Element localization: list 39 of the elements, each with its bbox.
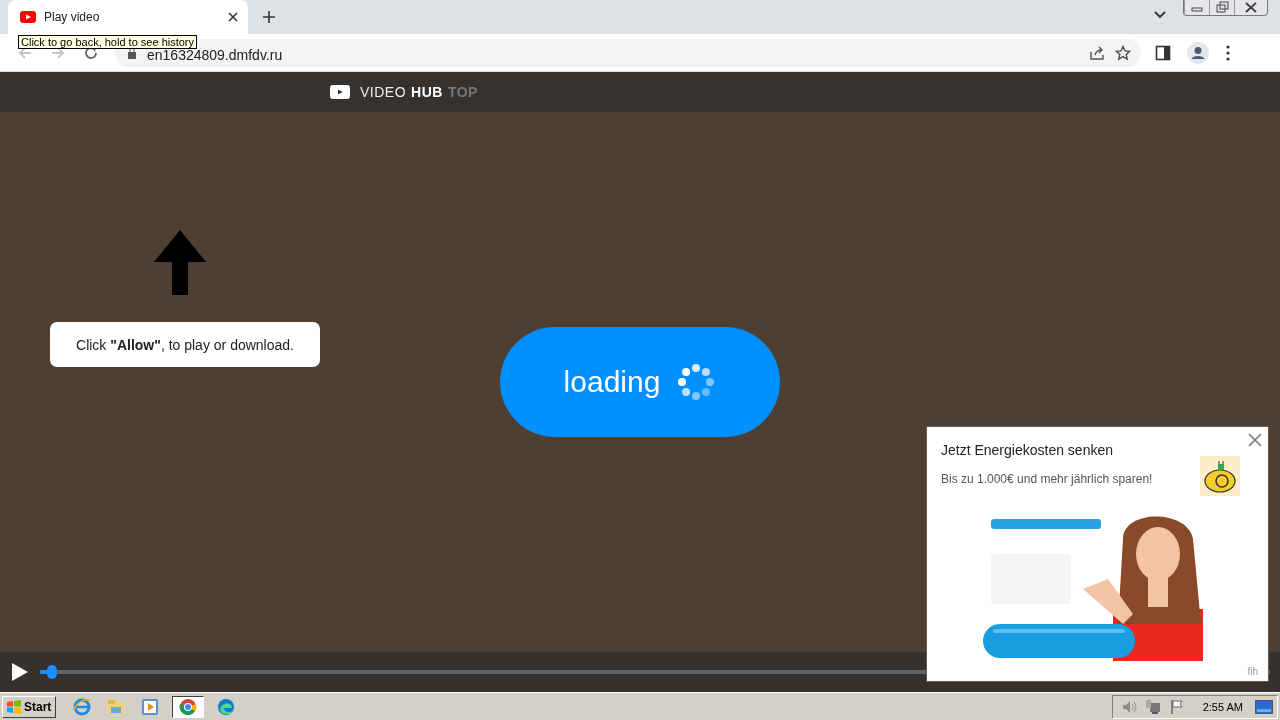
window-controls[interactable] [1183, 0, 1268, 16]
chrome-icon [179, 697, 198, 716]
ad-label: fih [1247, 666, 1258, 677]
play-icon[interactable] [10, 662, 30, 682]
flag-icon[interactable] [1168, 698, 1185, 715]
video-logo-icon [20, 11, 36, 23]
video-logo-icon[interactable] [330, 85, 350, 99]
brand-word: TOP [447, 84, 478, 100]
clock: 2:55 AM [1202, 700, 1243, 713]
prompt-message: Click "Allow", to play or download. [76, 336, 294, 353]
chevron-down-icon[interactable] [1153, 10, 1167, 20]
network-icon[interactable] [1144, 698, 1161, 715]
desktop-icon[interactable] [1255, 699, 1273, 714]
tooltip: Click to go back, hold to see history [18, 35, 198, 49]
ad-title[interactable]: Jetzt Energiekosten senken [941, 442, 1200, 458]
loading-indicator: loading [500, 327, 780, 437]
edge-icon [217, 697, 236, 716]
up-arrow-icon [154, 230, 206, 295]
browser-e-icon [73, 697, 92, 716]
taskbar-app[interactable] [172, 695, 205, 718]
profile-icon[interactable] [1187, 41, 1209, 64]
brand-word: HUB [411, 84, 443, 100]
media-player-icon [141, 697, 160, 716]
folder-icon [107, 697, 126, 716]
side-panel-icon[interactable] [1155, 44, 1171, 61]
ad-subtitle: Bis zu 1.000€ und mehr jährlich sparen! [941, 472, 1154, 486]
piggy-bank-icon [1200, 456, 1240, 496]
progress-thumb[interactable] [47, 665, 58, 679]
brand-word: VIDEO [360, 84, 407, 100]
start-button[interactable]: Start [2, 695, 57, 718]
spinner-icon [676, 362, 717, 402]
share-icon[interactable] [1089, 44, 1105, 61]
lock-icon [127, 46, 137, 59]
windows-logo-icon [6, 698, 22, 715]
menu-icon[interactable] [1225, 44, 1231, 61]
star-icon[interactable] [1115, 44, 1131, 61]
plus-icon[interactable] [262, 10, 276, 24]
browser-tab[interactable]: Play video [8, 0, 248, 34]
close-icon[interactable] [228, 12, 238, 22]
